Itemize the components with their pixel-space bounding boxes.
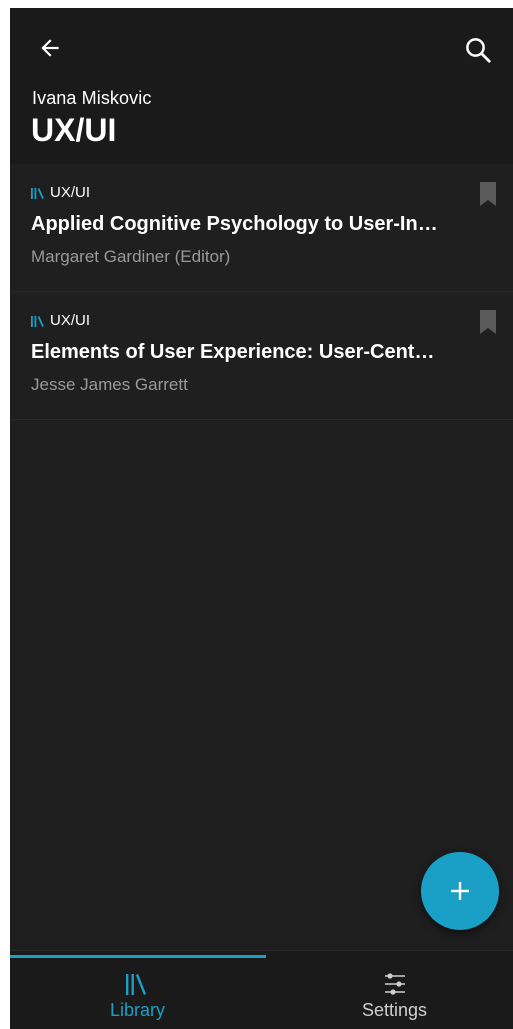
book-author: Margaret Gardiner (Editor): [31, 247, 231, 266]
app-bar: Ivana Miskovic UX/UI: [10, 8, 513, 164]
plus-icon: [451, 882, 469, 900]
collection-tag: UX/UI: [31, 184, 90, 201]
bottom-navigation: Library Settings: [10, 950, 513, 1029]
collection-tag-label: UX/UI: [50, 312, 91, 329]
bookmark-icon[interactable]: [478, 182, 498, 206]
app-screen: Ivana Miskovic UX/UI UX/UI Applied Cogni…: [10, 8, 513, 1029]
book-author: Jesse James Garrett: [31, 375, 188, 394]
nav-tab-library[interactable]: Library: [12, 971, 263, 1027]
nav-label-library: Library: [109, 1000, 166, 1020]
collection-tag-label: UX/UI: [50, 184, 91, 201]
add-book-button[interactable]: [421, 852, 499, 930]
search-icon: [466, 38, 491, 63]
page-title: UX/UI: [31, 112, 117, 148]
back-button[interactable]: [30, 28, 70, 68]
list-item[interactable]: UX/UI Applied Cognitive Psychology to Us…: [10, 164, 513, 292]
arrow-left-icon: [41, 39, 59, 57]
nav-tab-settings[interactable]: Settings: [269, 971, 513, 1027]
collection-tag: UX/UI: [31, 312, 90, 329]
list-item[interactable]: UX/UI Elements of User Experience: User-…: [10, 292, 513, 420]
bookmark-icon[interactable]: [478, 310, 498, 334]
collection-owner: Ivana Miskovic: [32, 88, 152, 108]
book-list: UX/UI Applied Cognitive Psychology to Us…: [10, 164, 513, 420]
library-icon: [31, 187, 45, 199]
search-button[interactable]: [458, 30, 498, 70]
active-tab-indicator: [10, 955, 266, 958]
library-icon: [125, 974, 146, 995]
nav-label-settings: Settings: [361, 1000, 428, 1020]
sliders-icon: [384, 973, 405, 995]
book-title: Applied Cognitive Psychology to User-In…: [31, 213, 438, 235]
library-icon: [31, 315, 45, 327]
book-title: Elements of User Experience: User-Cent…: [31, 341, 435, 363]
